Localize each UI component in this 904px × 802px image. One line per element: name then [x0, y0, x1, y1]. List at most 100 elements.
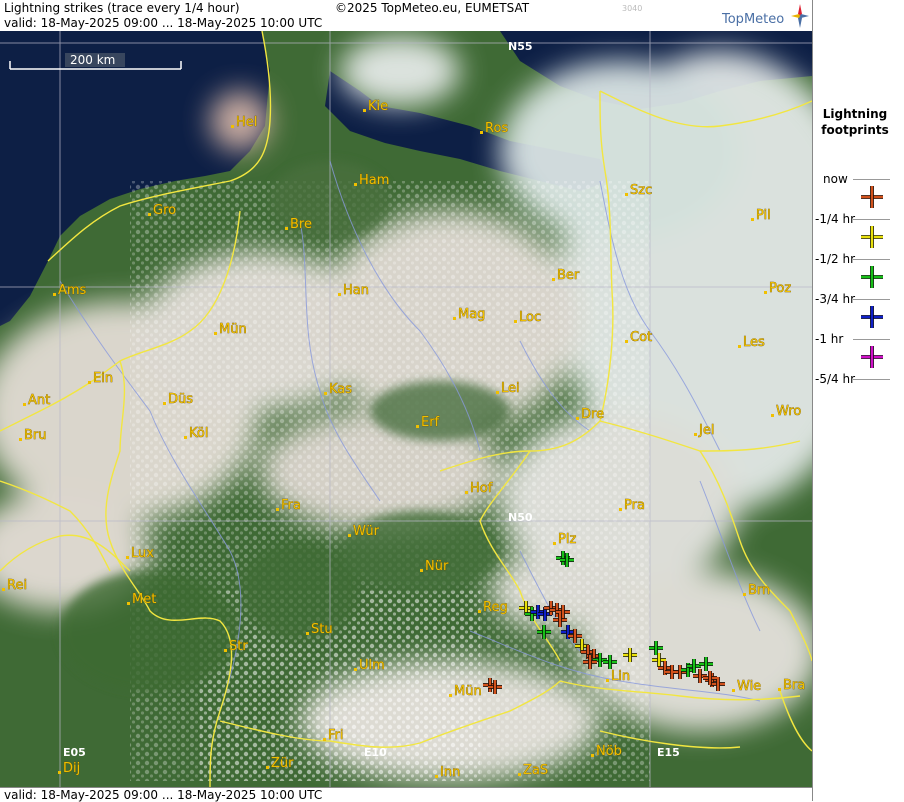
legend-label: -5/4 hr: [815, 372, 855, 386]
legend-label: -1/2 hr: [815, 252, 855, 266]
city-label: Hof: [470, 481, 493, 496]
city-label: Met: [132, 592, 156, 607]
city-marker: [416, 425, 419, 428]
city-label: Nöb: [596, 744, 622, 759]
legend-title-line2: footprints: [821, 123, 889, 137]
city-label: Ant: [28, 393, 50, 408]
city-label: Bru: [24, 428, 47, 443]
city-label: Ulm: [359, 658, 385, 673]
legend-label: -3/4 hr: [815, 292, 855, 306]
city-label: Mün: [454, 684, 482, 699]
strike-marker: [861, 306, 883, 328]
city-marker: [496, 391, 499, 394]
cross-icon: [861, 346, 883, 368]
city-label: Stu: [311, 622, 333, 637]
city-marker: [354, 668, 357, 671]
city-marker: [591, 754, 594, 757]
map-canvas: 200 km N55 N50 E05 E10 E15 Hel Kie Ros Ham S…: [0, 31, 812, 787]
city-marker: [449, 694, 452, 697]
strike-marker: [861, 266, 883, 288]
city-label: Nür: [425, 559, 449, 574]
city-label: Reg: [483, 600, 508, 615]
city-marker: [19, 438, 22, 441]
city-marker: [625, 193, 628, 196]
cross-icon: [861, 226, 883, 248]
legend-title-line1: Lightning: [822, 107, 888, 121]
legend-label: now: [823, 172, 848, 186]
legend-divider: [853, 299, 890, 300]
legend-divider: [853, 179, 890, 180]
city-marker: [348, 534, 351, 537]
city-marker: [694, 433, 697, 436]
city-label: Köl: [189, 426, 208, 441]
city-label: Fra: [281, 498, 301, 513]
city-label: Jel: [698, 423, 714, 438]
city-label: Poz: [769, 281, 791, 296]
city-label: Mag: [458, 307, 485, 322]
city-marker: [619, 508, 622, 511]
city-marker: [306, 632, 309, 635]
city-marker: [420, 569, 423, 572]
city-marker: [552, 278, 555, 281]
legend-divider: [853, 379, 890, 380]
city-label: Han: [343, 283, 369, 298]
city-label: Ros: [485, 121, 508, 136]
city-marker: [465, 491, 468, 494]
topmeteo-logo: TopMeteo: [722, 12, 785, 27]
city-marker: [732, 689, 735, 692]
legend-item: -1/2 hr: [813, 252, 904, 292]
city-label: Ams: [58, 283, 87, 298]
city-marker: [518, 773, 521, 776]
city-label: Wür: [353, 524, 380, 539]
city-marker: [88, 381, 91, 384]
legend-item: -3/4 hr: [813, 292, 904, 332]
city-marker: [323, 738, 326, 741]
cross-icon: [861, 266, 883, 288]
city-label: Str: [229, 639, 248, 654]
city-marker: [148, 213, 151, 216]
city-marker: [163, 402, 166, 405]
city-label: Zür: [271, 756, 294, 771]
city-label: Wro: [776, 404, 801, 419]
city-marker: [127, 602, 130, 605]
legend-title: Lightning footprints: [813, 106, 897, 138]
city-marker: [606, 679, 609, 682]
city-label: Dre: [581, 407, 604, 422]
city-marker: [576, 417, 579, 420]
city-marker: [2, 588, 5, 591]
copyright: ©2025 TopMeteo.eu, EUMETSAT: [335, 1, 530, 15]
city-label: Loc: [519, 310, 541, 325]
city-label: Ham: [359, 173, 389, 188]
city-label: Ber: [557, 268, 580, 283]
strike-marker: [861, 346, 883, 368]
city-marker: [324, 392, 327, 395]
city-marker: [285, 227, 288, 230]
city-label: Fri: [328, 728, 344, 743]
city-marker: [778, 688, 781, 691]
city-label: Plz: [558, 532, 576, 547]
city-marker: [224, 649, 227, 652]
city-label: Bre: [290, 217, 312, 232]
city-label: Szc: [630, 183, 652, 198]
city-marker: [53, 293, 56, 296]
city-label: Lin: [611, 669, 630, 684]
footer-valid-time: valid: 18-May-2025 09:00 ... 18-May-2025…: [4, 788, 323, 802]
city-marker: [354, 183, 357, 186]
satellite-map[interactable]: 200 km N55 N50 E05 E10 E15 Hel Kie Ros Ham S…: [0, 31, 812, 787]
valid-time: valid: 18-May-2025 09:00 ... 18-May-2025…: [4, 16, 323, 30]
city-marker: [751, 218, 754, 221]
city-marker: [126, 556, 129, 559]
city-label: Brn: [748, 583, 770, 598]
legend-divider: [853, 219, 890, 220]
strike-marker: [861, 226, 883, 248]
city-marker: [276, 508, 279, 511]
city-marker: [231, 125, 234, 128]
city-marker: [435, 775, 438, 778]
map-title: Lightning strikes (trace every 1/4 hour): [4, 1, 240, 15]
city-label: ZaS: [523, 763, 548, 778]
city-marker: [363, 109, 366, 112]
city-label: Düs: [168, 392, 193, 407]
legend-item: -1/4 hr: [813, 212, 904, 252]
coord-label: N55: [508, 40, 533, 53]
city-label: Kas: [329, 382, 352, 397]
